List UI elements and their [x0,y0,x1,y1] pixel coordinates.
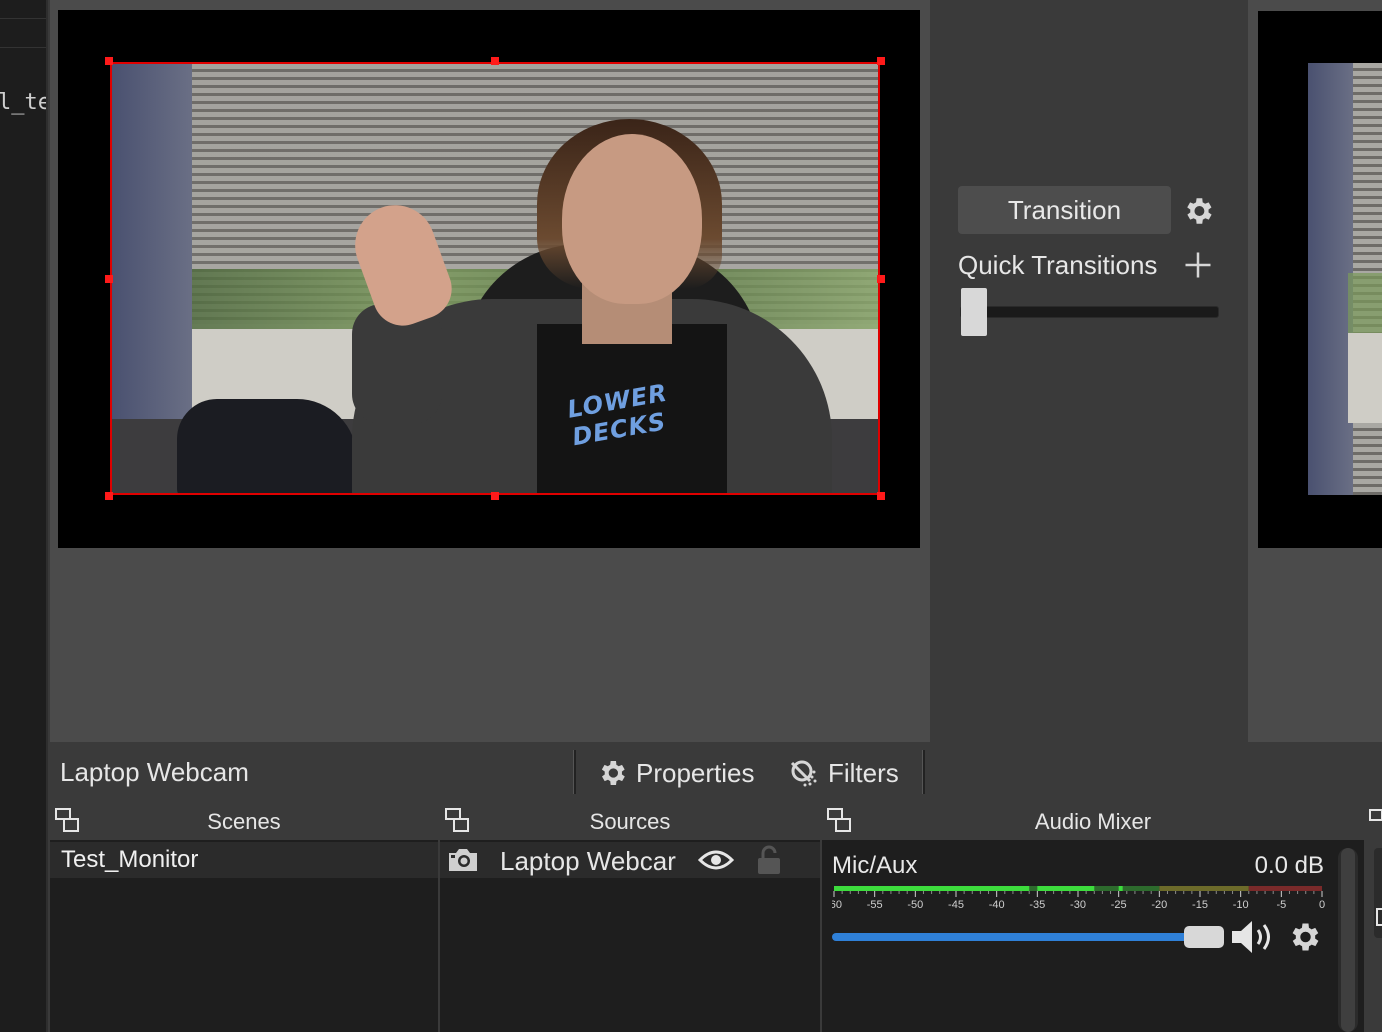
background-editor-window: l_te [0,0,48,1032]
meter-tick-label: -60 [832,899,842,911]
meter-tick-label: -15 [1192,899,1208,911]
selected-source-name: Laptop Webcam [60,757,249,787]
person-face [562,134,702,304]
scenes-dock-title: Scenes [50,804,438,840]
transition-button[interactable]: Transition [958,186,1171,234]
transition-tbar-track[interactable] [960,306,1219,318]
eye-icon[interactable] [698,846,734,874]
gear-icon[interactable] [1181,194,1215,228]
meter-tick-label: -25 [1111,899,1127,911]
quick-transitions-label: Quick Transitions [958,250,1158,280]
filters-icon [790,760,817,787]
meter-band-red [1248,886,1322,891]
transition-panel [932,0,1248,742]
scene-item-label: Test_Monitor [61,846,199,873]
meter-level-segment [1037,886,1095,891]
resize-handle-top-right[interactable] [877,57,885,65]
transition-tbar-handle[interactable] [961,288,987,336]
meter-tick-label: -35 [1029,899,1045,911]
mic-aux-label: Mic/Aux [832,852,918,879]
source-item[interactable]: Laptop Webcar [440,842,820,878]
plus-icon[interactable] [1181,250,1215,280]
toolbar-separator [573,750,576,794]
resize-handle-left[interactable] [105,275,113,283]
gear-icon [601,761,625,785]
properties-button[interactable]: Properties [596,752,755,794]
audio-mixer-dock: Audio Mixer Mic/Aux 0.0 dB -60-55-50-45-… [822,804,1364,1032]
backpack-image [177,399,357,493]
volume-slider-track[interactable] [832,933,1192,941]
undock-icon[interactable] [54,807,82,835]
resize-handle-top-left[interactable] [105,57,113,65]
source-item-label: Laptop Webcar [500,846,676,876]
meter-tick-label: -10 [1233,899,1249,911]
audio-level-meter: -60-55-50-45-40-35-30-25-20-15-10-50 [832,886,1325,911]
scene-item[interactable]: Test_Monitor [50,842,438,878]
webcam-source-preview[interactable]: LOWER DECKS [110,62,880,495]
filters-button[interactable]: Filters [788,752,899,794]
editor-code-text: l_te [0,90,46,115]
unlock-icon[interactable] [754,844,784,876]
meter-tick-label: -30 [1070,899,1086,911]
meter-tick-label: -5 [1276,899,1286,911]
meter-tick-label: 0 [1319,899,1325,911]
volume-slider-handle[interactable] [1184,926,1224,948]
sources-dock-title: Sources [440,804,820,840]
resize-handle-top[interactable] [491,57,499,65]
undock-icon[interactable] [826,807,854,835]
controls-dock-edge [1366,804,1382,1032]
audio-mixer-scroll-thumb[interactable] [1341,848,1355,1032]
meter-tick-label: -45 [948,899,964,911]
meter-band-yellow [1159,886,1249,891]
meter-level-segment [834,886,1030,891]
resize-handle-bottom[interactable] [491,492,499,500]
filters-label: Filters [828,757,899,788]
resize-handle-right[interactable] [877,275,885,283]
speaker-icon[interactable] [1230,918,1278,956]
mic-aux-level: 0.0 dB [1254,852,1324,879]
meter-peak-indicator [1118,886,1123,891]
program-webcam-image [1308,63,1382,495]
properties-label: Properties [636,757,755,788]
program-canvas [1258,11,1382,548]
audio-mixer-title: Audio Mixer [1034,809,1152,834]
undock-icon[interactable] [444,807,472,835]
camera-icon [449,849,477,871]
scenes-title: Scenes [207,809,281,834]
meter-tick-label: -20 [1151,899,1167,911]
resize-handle-bottom-right[interactable] [877,492,885,500]
meter-tick-label: -50 [907,899,923,911]
gear-icon[interactable] [1286,919,1322,955]
sources-title: Sources [589,809,671,834]
editor-tab-bar [0,18,46,48]
scenes-dock: Scenes Test_Monitor [50,804,438,1032]
audio-mixer-dock-title: Audio Mixer [822,804,1364,840]
undock-icon[interactable] [1368,806,1382,836]
sources-dock: Sources Laptop Webcar [440,804,820,1032]
meter-tick-label: -55 [867,899,883,911]
toolbar-separator [922,750,925,794]
resize-handle-bottom-left[interactable] [105,492,113,500]
meter-tick-label: -40 [989,899,1005,911]
audio-mixer-scrollbar[interactable] [1338,848,1358,1032]
